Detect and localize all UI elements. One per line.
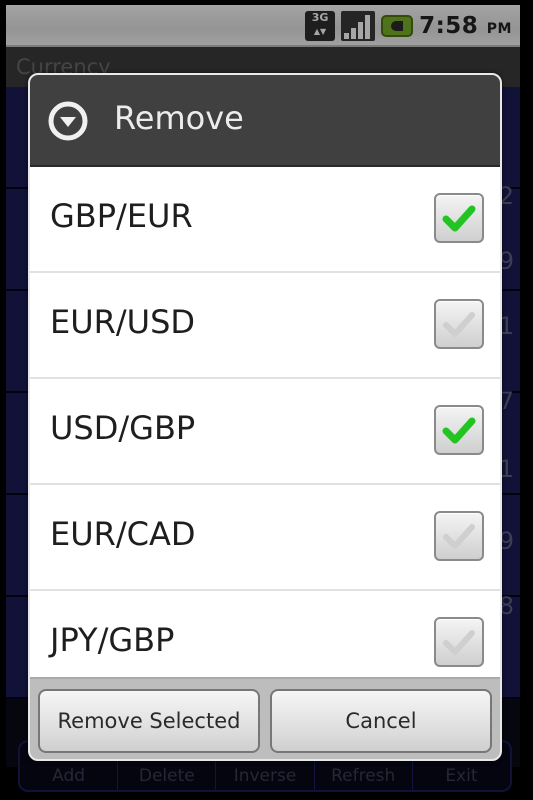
checkmark-unchecked-icon <box>443 524 475 549</box>
list-item[interactable]: GBP/EUR <box>30 167 500 273</box>
checkbox[interactable] <box>434 299 484 349</box>
list-item-label: JPY/GBP <box>50 621 175 659</box>
cancel-button[interactable]: Cancel <box>270 689 492 753</box>
list-item[interactable]: EUR/CAD <box>30 485 500 591</box>
checkbox[interactable] <box>434 405 484 455</box>
dropdown-circle-icon <box>48 101 88 141</box>
checkmark-unchecked-icon <box>443 312 475 337</box>
list-item-label: EUR/CAD <box>50 515 196 553</box>
list-item[interactable]: EUR/USD <box>30 273 500 379</box>
remove-selected-button[interactable]: Remove Selected <box>38 689 260 753</box>
checkbox[interactable] <box>434 511 484 561</box>
dialog-header: Remove <box>30 75 500 167</box>
list-item[interactable]: USD/GBP <box>30 379 500 485</box>
list-item-label: USD/GBP <box>50 409 196 447</box>
currency-pair-list: GBP/EUR EUR/USD USD/GBP EUR/CAD JPY/GBP <box>30 167 500 679</box>
remove-dialog: Remove GBP/EUR EUR/USD USD/GBP EUR/CAD J… <box>28 73 502 761</box>
checkmark-unchecked-icon <box>443 630 475 655</box>
list-item-label: EUR/USD <box>50 303 196 341</box>
checkbox[interactable] <box>434 193 484 243</box>
list-item[interactable]: JPY/GBP <box>30 591 500 679</box>
checkmark-checked-icon <box>442 417 476 444</box>
list-item-label: GBP/EUR <box>50 197 193 235</box>
dialog-title: Remove <box>114 99 244 137</box>
checkmark-checked-icon <box>442 205 476 232</box>
dialog-button-bar: Remove Selected Cancel <box>30 677 500 759</box>
checkbox[interactable] <box>434 617 484 667</box>
